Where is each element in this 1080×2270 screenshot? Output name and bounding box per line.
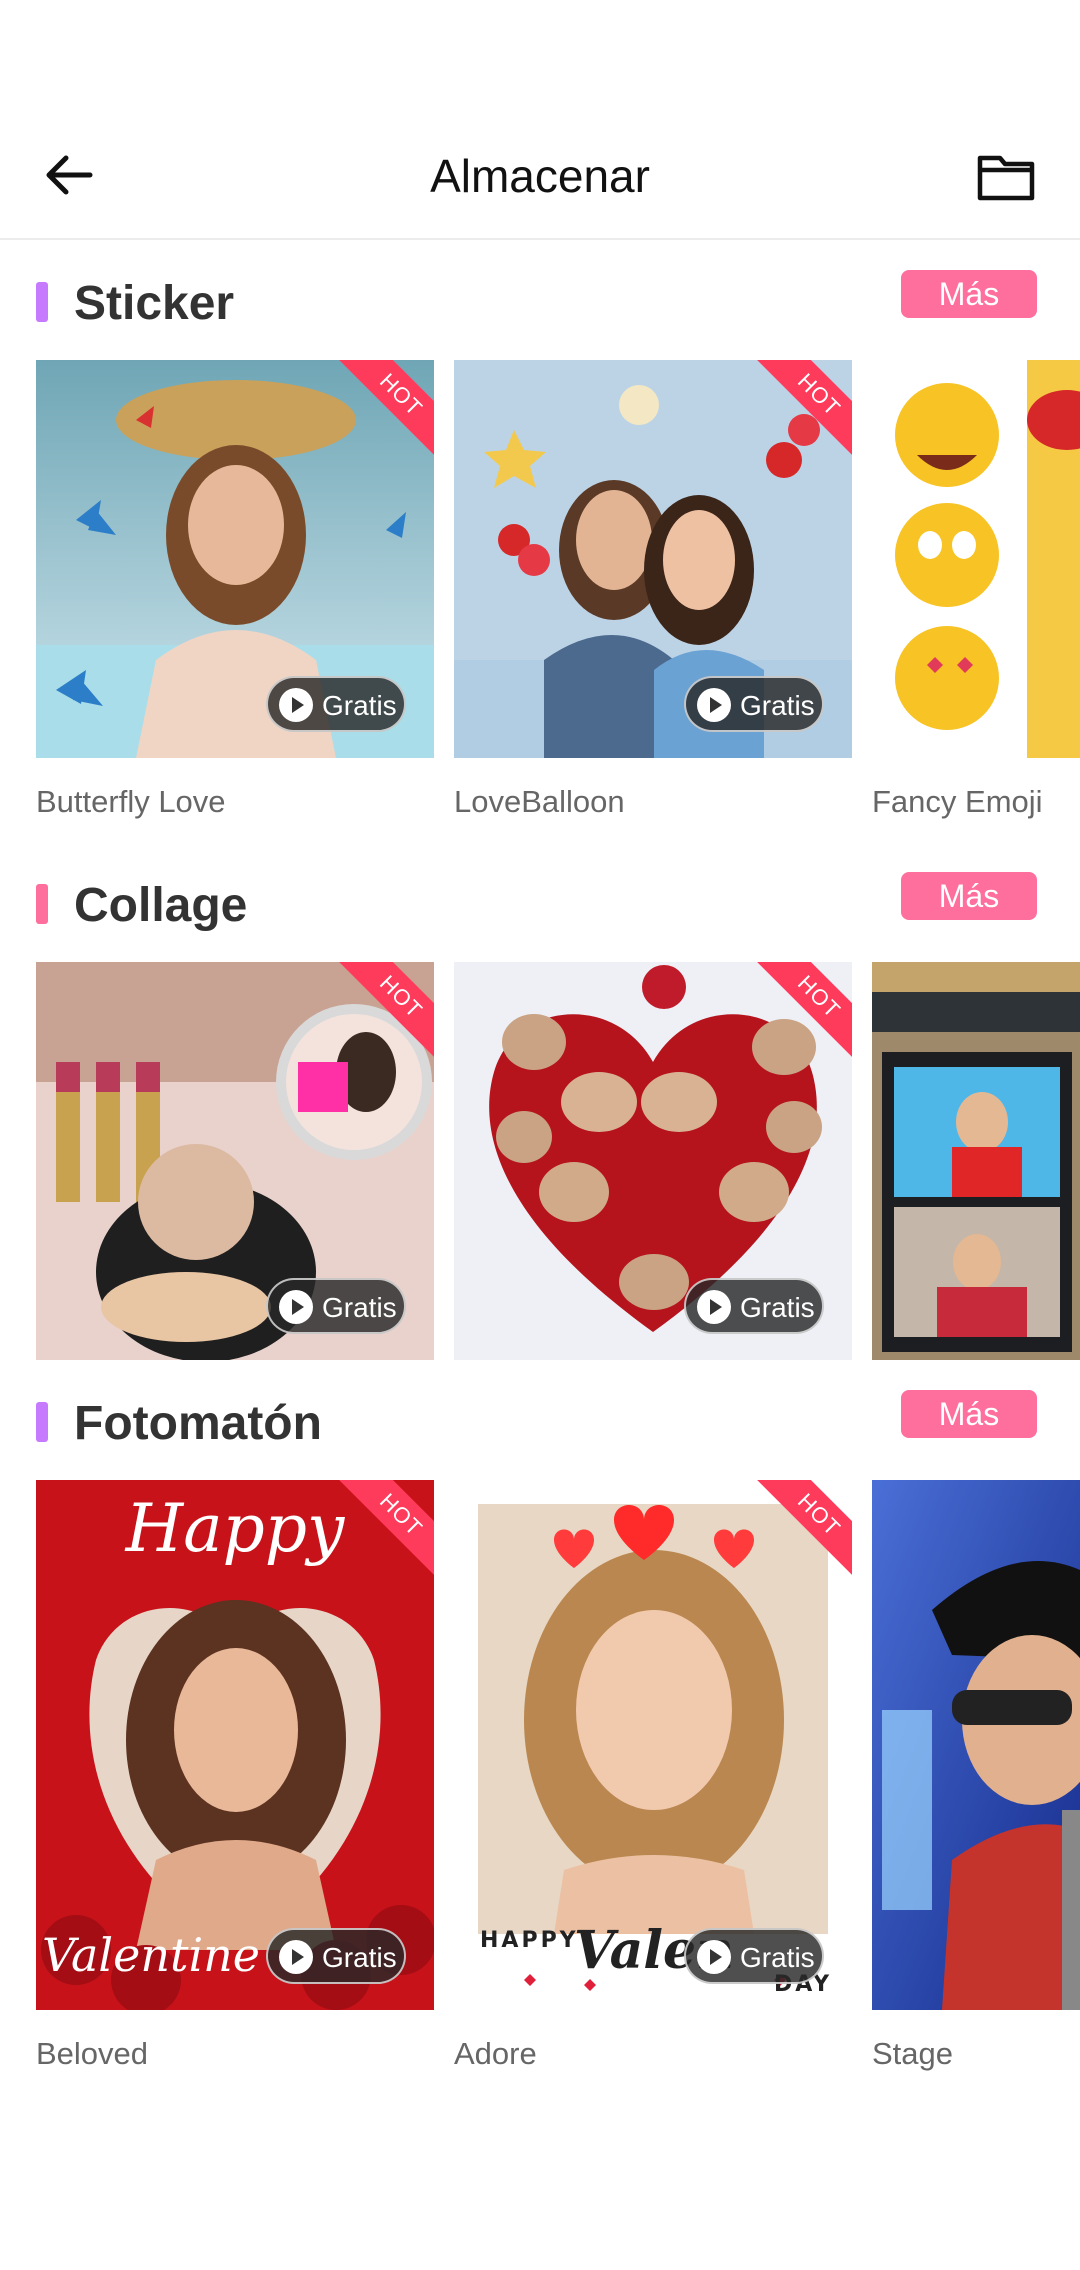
sticker-card-loveballoon[interactable]: HOT Gratis <box>454 360 852 758</box>
card-label: Stage <box>872 2036 954 2071</box>
play-icon <box>697 1290 731 1324</box>
section-accent-bar <box>36 282 48 322</box>
gratis-label: Gratis <box>740 1942 815 1973</box>
card-label: Fancy Emoji <box>872 784 1043 819</box>
more-button[interactable]: Más <box>901 1390 1037 1438</box>
page-title: Almacenar <box>430 150 650 202</box>
fotomaton-card-stage[interactable] <box>872 1480 1080 2010</box>
art-text-happy: HAPPY <box>480 1928 579 1953</box>
gratis-label: Gratis <box>740 1292 815 1323</box>
gratis-button[interactable]: Gratis <box>266 676 406 732</box>
gratis-button[interactable]: Gratis <box>266 1278 406 1334</box>
sticker-card-butterfly-love[interactable]: HOT Gratis <box>36 360 434 758</box>
section-title: Sticker <box>74 277 235 330</box>
play-icon <box>697 1940 731 1974</box>
play-icon <box>279 688 313 722</box>
gratis-label: Gratis <box>322 1942 397 1973</box>
more-button[interactable]: Más <box>901 270 1037 318</box>
section-title: Fotomatón <box>74 1397 322 1450</box>
gratis-label: Gratis <box>322 1292 397 1323</box>
section-accent-bar <box>36 1402 48 1442</box>
gratis-button[interactable]: Gratis <box>266 1928 406 1984</box>
collage-card-bus-stop[interactable] <box>872 962 1080 1360</box>
folder-button[interactable] <box>970 140 1042 212</box>
collage-card-heart-roses[interactable]: HOT Gratis <box>454 962 852 1360</box>
folder-icon <box>977 155 1035 201</box>
play-icon <box>279 1290 313 1324</box>
play-icon <box>279 1940 313 1974</box>
gratis-label: Gratis <box>740 690 815 721</box>
play-icon <box>697 688 731 722</box>
card-label: Butterfly Love <box>36 784 226 819</box>
section-accent-bar <box>36 884 48 924</box>
thumbnail-image <box>872 1480 1080 2010</box>
collage-card-makeup[interactable]: HOT Gratis <box>36 962 434 1360</box>
app-bar: Almacenar <box>0 0 1080 240</box>
gratis-button[interactable]: Gratis <box>684 1278 824 1334</box>
fotomaton-card-beloved[interactable]: Happy Valentine HOT Gratis <box>36 1480 434 2010</box>
thumbnail-image <box>872 962 1080 1360</box>
card-label: Adore <box>454 2036 537 2071</box>
thumbnail-image <box>872 360 1080 758</box>
fotomaton-card-adore[interactable]: HAPPY Valen DAY HOT Gratis <box>454 1480 852 2010</box>
art-text-valentine: Valentine <box>42 1928 261 1982</box>
card-label: LoveBalloon <box>454 784 625 819</box>
gratis-button[interactable]: Gratis <box>684 676 824 732</box>
card-label: Beloved <box>36 2036 149 2071</box>
section-title: Collage <box>74 879 248 932</box>
sticker-card-fancy-emoji[interactable] <box>872 360 1080 758</box>
gratis-label: Gratis <box>322 690 397 721</box>
gratis-button[interactable]: Gratis <box>684 1928 824 1984</box>
more-button[interactable]: Más <box>901 872 1037 920</box>
